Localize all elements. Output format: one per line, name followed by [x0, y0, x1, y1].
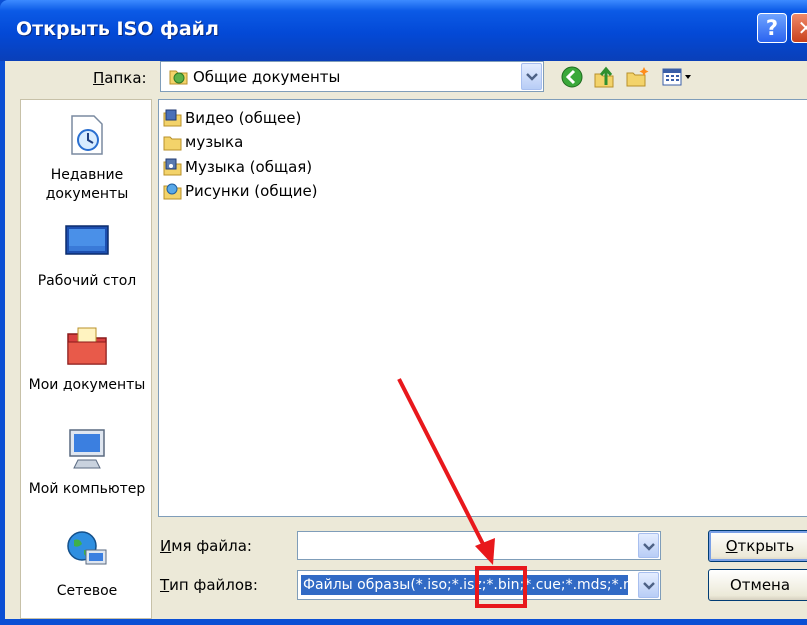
- filename-label: Имя файла:: [160, 537, 252, 555]
- filetype-label: Тип файлов:: [160, 576, 258, 594]
- network-icon: [21, 528, 151, 578]
- filename-input[interactable]: [297, 531, 661, 560]
- place-label-network: Сетевое: [56, 583, 118, 599]
- my-computer-icon: [21, 426, 151, 476]
- filename-dropdown-button[interactable]: [638, 533, 659, 558]
- shared-folder-icon: [169, 67, 189, 89]
- cancel-button[interactable]: Отмена: [708, 569, 807, 601]
- place-label-recent: Недавние документы: [45, 167, 129, 202]
- place-label-my-computer: Мой компьютер: [28, 481, 146, 497]
- places-bar: Недавние документы Рабочий стол Мои доку…: [20, 99, 152, 619]
- filetype-value: Файлы образы(*.iso;*.isz;*.bin;*.cue;*.m…: [301, 575, 628, 595]
- title-bar[interactable]: Открыть ISO файл ? ✕: [0, 0, 807, 61]
- pictures-folder-icon: [163, 182, 182, 204]
- close-button[interactable]: ✕: [791, 13, 807, 43]
- file-list[interactable]: Видео (общее) музыка Музыка (общая) Рису…: [158, 99, 807, 517]
- lookin-dropdown-button[interactable]: [521, 63, 542, 90]
- file-name: Видео (общее): [185, 109, 302, 127]
- place-my-computer[interactable]: Мой компьютер: [21, 426, 151, 499]
- open-button[interactable]: Открыть: [708, 530, 807, 562]
- new-folder-icon[interactable]: [625, 65, 651, 93]
- folder-icon: [163, 133, 182, 155]
- place-label-desktop: Рабочий стол: [37, 273, 137, 289]
- place-desktop[interactable]: Рабочий стол: [21, 218, 151, 291]
- filetype-select[interactable]: Файлы образы(*.iso;*.isz;*.bin;*.cue;*.m…: [297, 570, 661, 600]
- place-network[interactable]: Сетевое: [21, 528, 151, 601]
- help-button[interactable]: ?: [757, 13, 787, 43]
- lookin-value: Общие документы: [193, 68, 341, 86]
- lookin-label: Папка:: [93, 69, 147, 87]
- recent-documents-icon: [21, 112, 151, 162]
- back-icon[interactable]: [560, 65, 584, 93]
- dialog-window: Открыть ISO файл ? ✕ Папка: Общие докуме…: [0, 0, 807, 625]
- place-recent-documents[interactable]: Недавние документы: [21, 112, 151, 204]
- up-folder-icon[interactable]: [593, 65, 617, 93]
- file-name: Рисунки (общие): [185, 182, 318, 200]
- dialog-body: Папка: Общие документы Недавние документ…: [5, 61, 807, 619]
- window-title: Открыть ISO файл: [16, 18, 219, 40]
- music-folder-icon: [163, 158, 182, 180]
- my-documents-icon: [21, 322, 151, 372]
- lookin-combo[interactable]: Общие документы: [160, 61, 544, 92]
- view-menu-icon[interactable]: [661, 65, 693, 93]
- video-folder-icon: [163, 109, 182, 131]
- place-label-my-documents: Мои документы: [28, 377, 146, 393]
- filetype-dropdown-button[interactable]: [638, 572, 659, 598]
- place-my-documents[interactable]: Мои документы: [21, 322, 151, 395]
- file-name: музыка: [185, 133, 244, 151]
- desktop-icon: [21, 218, 151, 268]
- file-name: Музыка (общая): [185, 158, 313, 176]
